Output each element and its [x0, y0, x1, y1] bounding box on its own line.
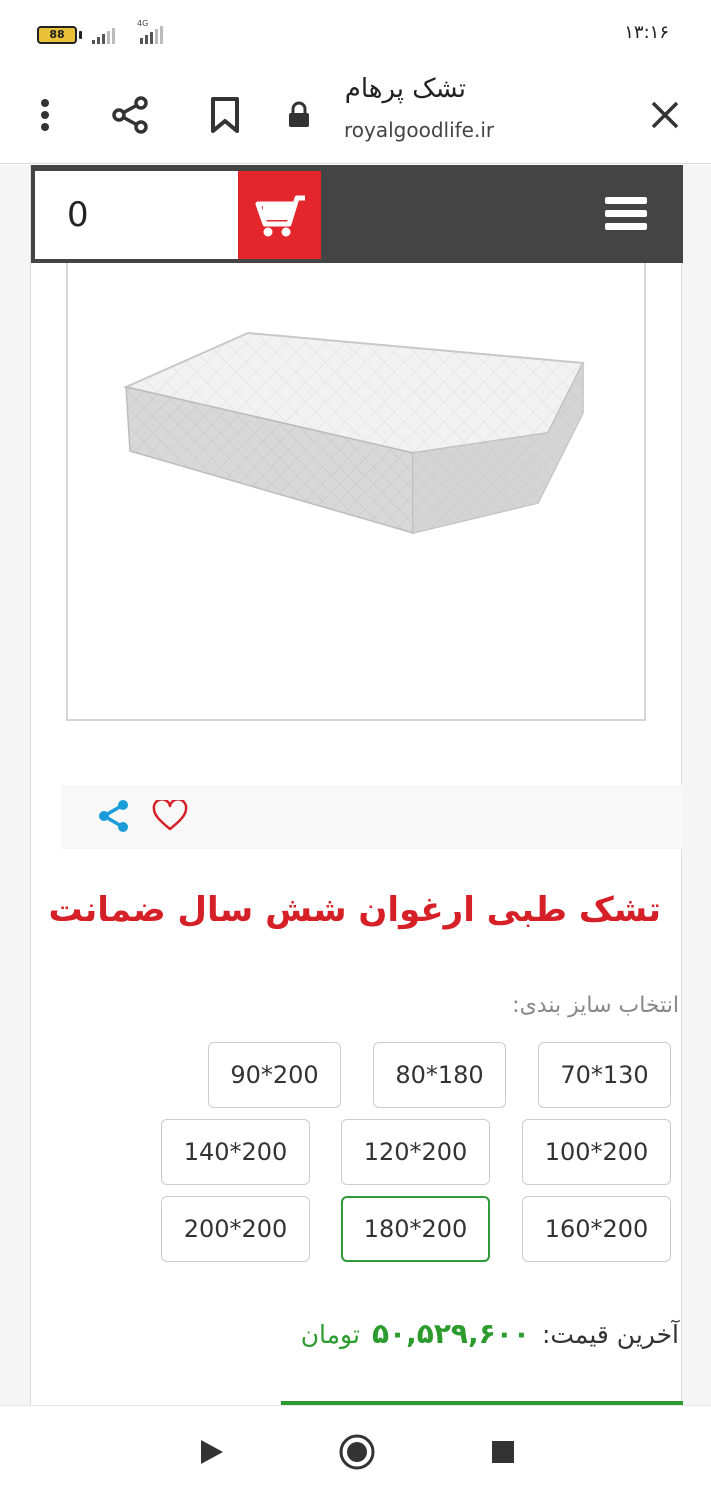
price-unit: تومان: [300, 1320, 360, 1349]
size-option[interactable]: 160*200: [522, 1196, 671, 1262]
share-icon[interactable]: [99, 84, 161, 146]
close-icon[interactable]: [634, 84, 696, 146]
page-container: 0 تشک طبی ارغوان شش سال ضمانت انتخاب سای…: [30, 165, 683, 1405]
status-bar: 88 4G ۱۳:۱۶: [0, 0, 711, 68]
size-selection-label: انتخاب سایز بندی:: [512, 993, 679, 1018]
mattress-image[interactable]: [68, 263, 648, 721]
product-image-frame: [66, 263, 646, 721]
share-icon[interactable]: [97, 799, 131, 837]
cart-icon: [255, 195, 305, 237]
price-row: آخرین قیمت: ۵۰,۵۲۹,۶۰۰ تومان: [301, 1317, 679, 1350]
menu-icon[interactable]: [605, 193, 651, 235]
size-option[interactable]: 90*200: [208, 1042, 341, 1108]
recents-icon[interactable]: [473, 1422, 533, 1482]
clock: ۱۳:۱۶: [624, 22, 669, 43]
size-option[interactable]: 100*200: [522, 1119, 671, 1185]
system-nav-bar: [0, 1405, 711, 1500]
site-header: 0: [31, 165, 683, 263]
heart-icon[interactable]: [152, 798, 188, 836]
size-option[interactable]: 200*200: [161, 1196, 310, 1262]
lock-icon: [268, 84, 330, 146]
product-title: تشک طبی ارغوان شش سال ضمانت: [48, 890, 661, 930]
web-page: 0 تشک طبی ارغوان شش سال ضمانت انتخاب سای…: [0, 165, 711, 1405]
cart-button[interactable]: [238, 171, 321, 259]
network-type: 4G: [137, 19, 149, 28]
home-icon[interactable]: [327, 1422, 387, 1482]
bookmark-icon[interactable]: [194, 84, 256, 146]
product-actions: [61, 785, 683, 849]
page-title: تشک پرهام: [344, 74, 466, 104]
price-label: آخرین قیمت:: [541, 1320, 679, 1349]
size-option[interactable]: 80*180: [373, 1042, 506, 1108]
battery-indicator: 88: [37, 26, 77, 44]
size-option[interactable]: 140*200: [161, 1119, 310, 1185]
price-value: ۵۰,۵۲۹,۶۰۰: [371, 1317, 530, 1350]
browser-toolbar: تشک پرهام royalgoodlife.ir: [0, 68, 711, 164]
cart-count[interactable]: 0: [35, 171, 238, 259]
back-play-icon[interactable]: [182, 1422, 242, 1482]
more-vert-icon[interactable]: [14, 84, 76, 146]
size-option[interactable]: 120*200: [341, 1119, 490, 1185]
battery-tip: [79, 31, 82, 39]
size-option-selected[interactable]: 180*200: [341, 1196, 490, 1262]
size-option[interactable]: 70*130: [538, 1042, 671, 1108]
page-url[interactable]: royalgoodlife.ir: [344, 118, 494, 142]
